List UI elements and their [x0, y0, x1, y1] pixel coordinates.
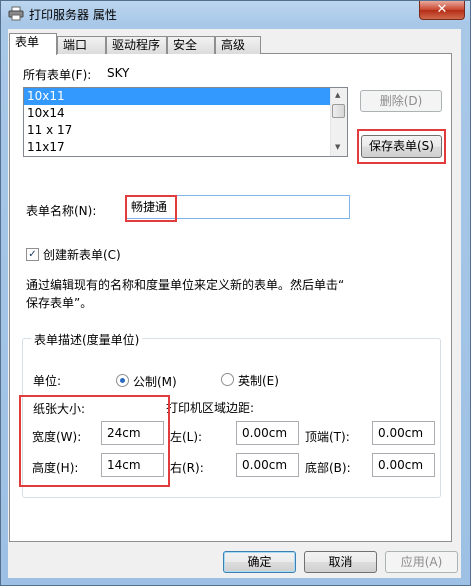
form-name-label: 表单名称(N): [26, 204, 97, 218]
list-item[interactable]: 11x17 [24, 139, 347, 156]
tab-security[interactable]: 安全 [167, 36, 215, 54]
save-form-button[interactable]: 保存表单(S) [361, 135, 442, 158]
radio-selected-dot [120, 378, 125, 383]
scroll-thumb[interactable] [332, 104, 345, 118]
left-margin-input[interactable]: 0.00cm [236, 421, 299, 445]
unit-label: 单位: [33, 374, 62, 388]
top-margin-label: 顶端(T): [305, 430, 350, 444]
metric-label[interactable]: 公制(M) [133, 373, 177, 390]
printer-area-label: 打印机区域边距: [166, 401, 255, 415]
create-new-form-checkbox[interactable]: ✓ [26, 248, 39, 261]
all-forms-label: 所有表单(F): [23, 68, 92, 82]
english-radio[interactable] [221, 373, 234, 386]
bottom-margin-input[interactable]: 0.00cm [372, 453, 435, 477]
forms-list[interactable]: 10x11 10x14 11 x 17 11x17 ▲ ▼ [23, 87, 348, 157]
description-line-2: 保存表单”。 [26, 296, 93, 310]
bottom-margin-value: 0.00cm [378, 458, 424, 472]
apply-button[interactable]: 应用(A) [385, 551, 458, 573]
tab-ports[interactable]: 端口 [57, 36, 106, 54]
left-margin-label: 左(L): [170, 430, 203, 444]
tab-advanced[interactable]: 高级 [215, 36, 261, 54]
top-margin-input[interactable]: 0.00cm [372, 421, 435, 445]
list-item[interactable]: 10x14 [24, 105, 347, 122]
ok-button[interactable]: 确定 [223, 551, 296, 573]
cancel-button[interactable]: 取消 [304, 551, 377, 573]
list-scrollbar[interactable]: ▲ ▼ [330, 88, 347, 156]
title-bar[interactable]: 打印服务器 属性 [1, 1, 470, 29]
form-description-group-title: 表单描述(度量单位) [31, 331, 143, 348]
printer-icon [8, 6, 24, 21]
bottom-margin-label: 底部(B): [305, 461, 351, 475]
tab-drivers[interactable]: 驱动程序 [106, 36, 167, 54]
server-name: SKY [107, 66, 130, 80]
close-button[interactable]: ✕ [419, 1, 465, 20]
scroll-up-arrow-icon[interactable]: ▲ [335, 91, 340, 99]
create-new-form-label[interactable]: 创建新表单(C) [43, 246, 121, 263]
right-margin-input[interactable]: 0.00cm [236, 453, 299, 477]
list-item[interactable]: 10x11 [24, 88, 347, 105]
scroll-down-arrow-icon[interactable]: ▼ [335, 143, 340, 151]
metric-radio[interactable] [116, 374, 129, 387]
right-margin-value: 0.00cm [242, 458, 288, 472]
right-margin-label: 右(R): [170, 461, 204, 475]
tab-forms[interactable]: 表单 [9, 33, 57, 55]
english-label[interactable]: 英制(E) [238, 372, 279, 389]
highlight-form-name [125, 195, 177, 222]
highlight-paper-size [19, 395, 170, 487]
delete-button[interactable]: 删除(D) [360, 90, 442, 112]
top-margin-value: 0.00cm [378, 426, 424, 440]
description-line-1: 通过编辑现有的名称和度量单位来定义新的表单。然后单击“ [26, 278, 345, 292]
list-item[interactable]: 11 x 17 [24, 122, 347, 139]
window-title: 打印服务器 属性 [29, 8, 117, 22]
left-margin-value: 0.00cm [242, 426, 288, 440]
